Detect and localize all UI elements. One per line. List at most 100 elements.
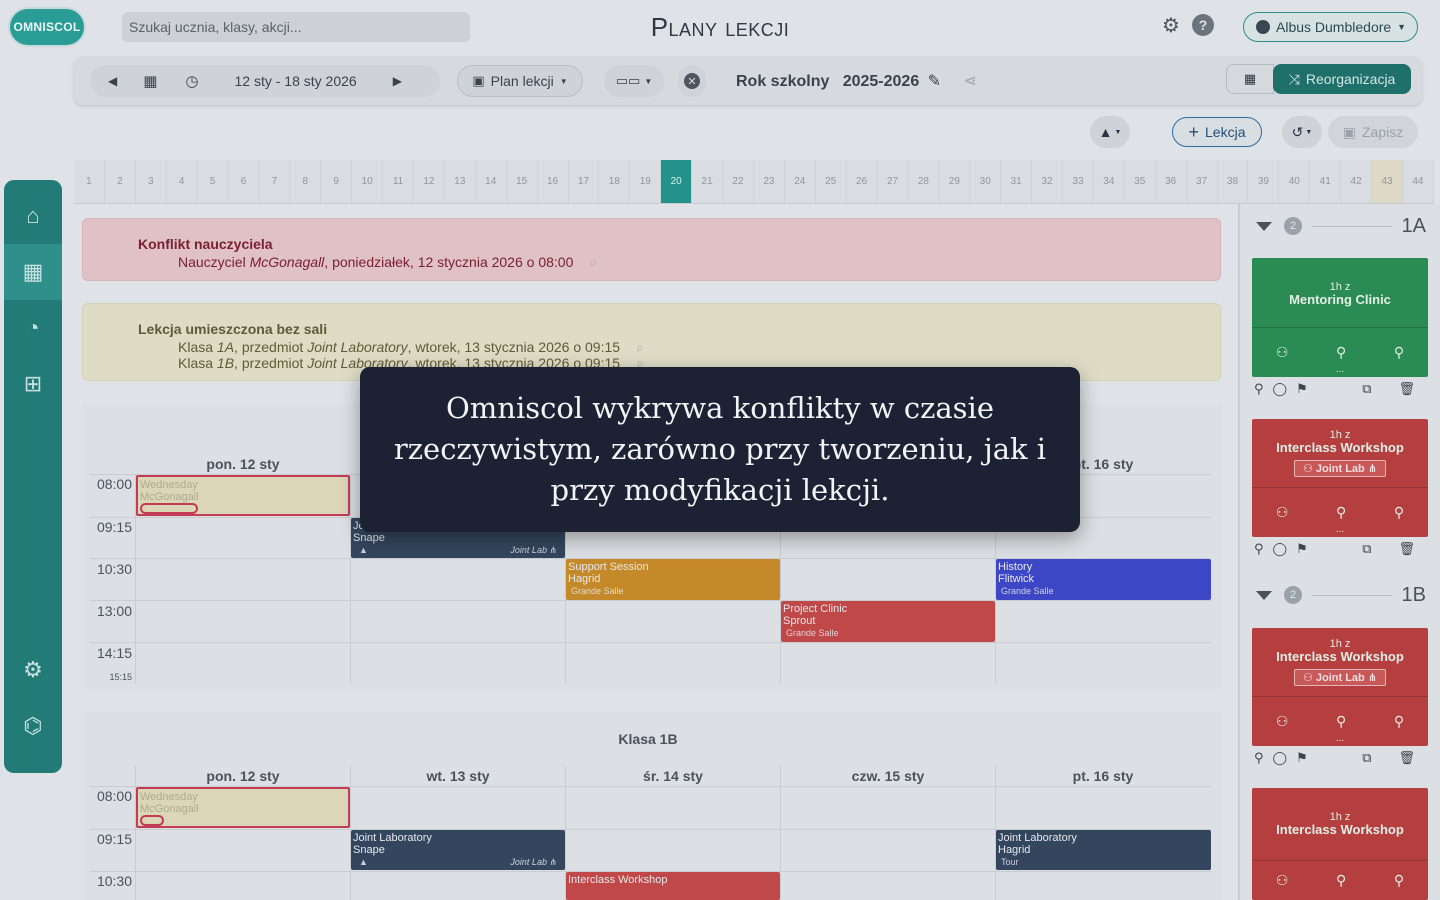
- search-input[interactable]: Szukaj ucznia, klasy, akcji...: [122, 12, 470, 42]
- sidebar-item-dashboard[interactable]: ◔: [4, 300, 62, 356]
- week-cell[interactable]: 19: [630, 160, 662, 203]
- comment-icon[interactable]: ◯: [1273, 750, 1288, 766]
- teacher-icon[interactable]: ⚲: [1336, 344, 1346, 361]
- group-header[interactable]: 2 1A: [1256, 214, 1426, 238]
- week-cell[interactable]: 5: [198, 160, 229, 203]
- week-cell[interactable]: 21: [692, 160, 724, 203]
- lesson-card[interactable]: 1h z Mentoring Clinic ⚇ ⚲ ⚲ ...: [1252, 258, 1428, 377]
- week-cell[interactable]: 6: [229, 160, 260, 203]
- comment-icon[interactable]: ◯: [1273, 541, 1288, 557]
- week-cell[interactable]: 38: [1218, 160, 1249, 203]
- magnifier-icon[interactable]: ⌕: [636, 339, 644, 355]
- help-icon[interactable]: ?: [1192, 14, 1214, 36]
- week-cell[interactable]: 1: [74, 160, 105, 203]
- week-cell[interactable]: 26: [847, 160, 878, 203]
- prev-week-icon[interactable]: ◀: [108, 74, 117, 88]
- copy-icon[interactable]: ⧉: [1362, 750, 1371, 766]
- week-cell[interactable]: 7: [259, 160, 291, 203]
- week-cell[interactable]: 31: [1001, 160, 1033, 203]
- week-cell[interactable]: 43: [1372, 160, 1403, 203]
- students-icon[interactable]: ⚇: [1276, 713, 1289, 730]
- pin-icon[interactable]: ⚲: [1254, 381, 1264, 397]
- lesson-event[interactable]: History Flitwick Grande Salle: [996, 559, 1211, 600]
- week-cell[interactable]: 12: [414, 160, 445, 203]
- lesson-card[interactable]: 1h z Interclass Workshop ⚇ Joint Lab ⋔ ⚇…: [1252, 628, 1428, 746]
- teacher-icon[interactable]: ⚲: [1336, 872, 1346, 889]
- share-icon[interactable]: ⋖: [964, 73, 977, 90]
- week-cell[interactable]: 29: [939, 160, 971, 203]
- sidebar-item-home[interactable]: ⌂: [4, 188, 62, 244]
- trash-icon[interactable]: 🗑: [1398, 750, 1415, 766]
- warnings-button[interactable]: ▲ ▼: [1090, 116, 1130, 148]
- week-cell[interactable]: 20: [661, 160, 693, 203]
- magnifier-icon[interactable]: ⌕: [589, 254, 597, 270]
- lesson-event[interactable]: Interclass Workshop: [566, 872, 780, 900]
- pencil-icon[interactable]: ✎: [928, 73, 941, 90]
- sidebar-item-school[interactable]: ⌬: [4, 698, 62, 754]
- clock-icon[interactable]: ◷: [185, 72, 198, 90]
- week-cell[interactable]: 2: [105, 160, 136, 203]
- lesson-event[interactable]: Support Session Hagrid Grande Salle: [566, 559, 780, 600]
- week-cell[interactable]: 42: [1341, 160, 1373, 203]
- week-cell[interactable]: 36: [1156, 160, 1187, 203]
- group-header[interactable]: 2 1B: [1256, 583, 1426, 607]
- week-cell[interactable]: 41: [1310, 160, 1342, 203]
- students-icon[interactable]: ⚇: [1276, 872, 1289, 889]
- lesson-card[interactable]: 1h z Interclass Workshop ⚇ Joint Lab ⋔ ⚇…: [1252, 419, 1428, 537]
- location-icon[interactable]: ⚲: [1394, 504, 1404, 521]
- week-cell[interactable]: 40: [1279, 160, 1311, 203]
- flag-icon[interactable]: ⚑: [1296, 541, 1308, 557]
- week-cell[interactable]: 28: [908, 160, 940, 203]
- week-cell[interactable]: 35: [1125, 160, 1156, 203]
- week-cell[interactable]: 33: [1063, 160, 1094, 203]
- trash-icon[interactable]: 🗑: [1398, 541, 1415, 557]
- save-button[interactable]: ▣ Zapisz: [1328, 116, 1418, 148]
- copy-icon[interactable]: ⧉: [1362, 541, 1371, 557]
- location-icon[interactable]: ⚲: [1394, 713, 1404, 730]
- calendar-select-icon[interactable]: ▦: [143, 72, 157, 90]
- pin-icon[interactable]: ⚲: [1254, 541, 1264, 557]
- week-cell[interactable]: 8: [290, 160, 322, 203]
- week-cell[interactable]: 15: [507, 160, 538, 203]
- week-cell[interactable]: 23: [754, 160, 785, 203]
- teacher-icon[interactable]: ⚲: [1336, 504, 1346, 521]
- trash-icon[interactable]: 🗑: [1398, 381, 1415, 397]
- week-cell[interactable]: 34: [1094, 160, 1125, 203]
- week-cell[interactable]: 25: [816, 160, 847, 203]
- week-cell[interactable]: 27: [878, 160, 909, 203]
- week-cell[interactable]: 24: [785, 160, 816, 203]
- week-cell[interactable]: 14: [476, 160, 507, 203]
- teacher-icon[interactable]: ⚲: [1336, 713, 1346, 730]
- week-cell[interactable]: 22: [723, 160, 754, 203]
- calendar-view-button[interactable]: ▦: [1226, 64, 1274, 94]
- clear-button[interactable]: ✕: [678, 65, 706, 97]
- reorganization-button[interactable]: ⤨ Reorganizacja: [1273, 64, 1411, 94]
- week-cell[interactable]: 9: [321, 160, 353, 203]
- flag-icon[interactable]: ⚑: [1296, 381, 1308, 397]
- user-menu-button[interactable]: Albus Dumbledore ▼: [1243, 12, 1418, 42]
- week-cell[interactable]: 30: [970, 160, 1002, 203]
- week-cell[interactable]: 17: [569, 160, 600, 203]
- lesson-card[interactable]: 1h z Interclass Workshop ⚇ ⚲ ⚲: [1252, 788, 1428, 900]
- sidebar-item-schedule[interactable]: ▦: [4, 244, 62, 300]
- omniscol-logo[interactable]: OMNISCOL: [10, 9, 84, 45]
- date-range[interactable]: 12 sty - 18 sty 2026: [235, 73, 357, 89]
- history-button[interactable]: ↺ ▼: [1282, 116, 1322, 148]
- week-cell[interactable]: 37: [1187, 160, 1218, 203]
- week-cell[interactable]: 3: [136, 160, 167, 203]
- lesson-event[interactable]: Joint Laboratory Snape ▲ Joint Lab ⋔: [351, 830, 565, 870]
- week-cell[interactable]: 13: [445, 160, 476, 203]
- lesson-event-conflict[interactable]: Wednesday McGonagall: [136, 475, 350, 516]
- plan-select[interactable]: ▣ Plan lekcji ▼: [457, 65, 583, 97]
- week-cell[interactable]: 16: [538, 160, 569, 203]
- week-cell[interactable]: 39: [1248, 160, 1280, 203]
- week-cell[interactable]: 18: [599, 160, 631, 203]
- week-cell[interactable]: 32: [1032, 160, 1063, 203]
- week-cell[interactable]: 10: [352, 160, 384, 203]
- lesson-event[interactable]: Project Clinic Sprout Grande Salle: [781, 601, 995, 642]
- cookie-icon[interactable]: ⚙: [1160, 14, 1182, 37]
- week-cell[interactable]: 11: [383, 160, 414, 203]
- location-icon[interactable]: ⚲: [1394, 344, 1404, 361]
- week-cell[interactable]: 4: [167, 160, 198, 203]
- flag-icon[interactable]: ⚑: [1296, 750, 1308, 766]
